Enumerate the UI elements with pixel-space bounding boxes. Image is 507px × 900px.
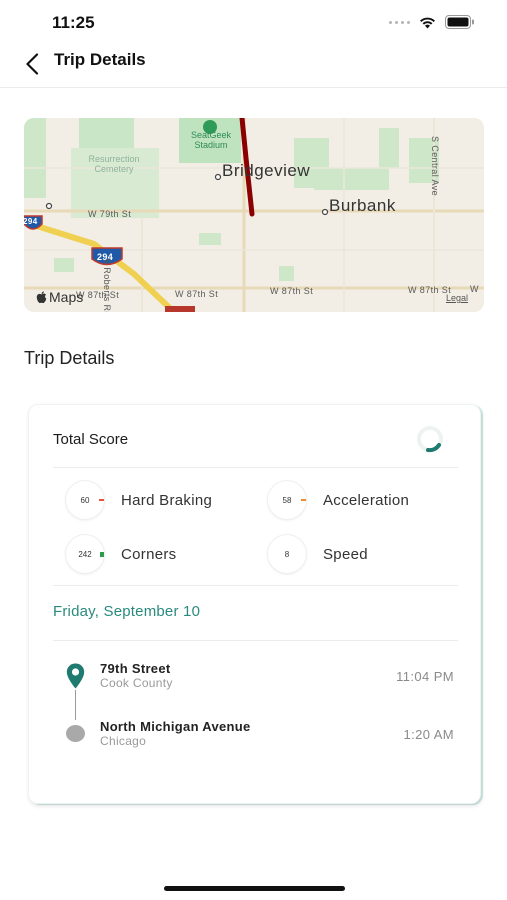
chevron-left-icon: [26, 53, 39, 75]
metric-acceleration[interactable]: 58 Acceleration: [268, 481, 409, 519]
metric-indicator: [301, 499, 306, 501]
street-label: W 87th St: [408, 285, 452, 295]
total-score-ring: [417, 426, 443, 453]
city-dot: [321, 208, 329, 216]
city-label-bridgeview: Bridgeview: [222, 161, 311, 180]
interstate-shield-icon: [165, 306, 195, 312]
park-area: [24, 118, 46, 198]
origin-time: 11:04 PM: [396, 669, 454, 684]
metric-indicator: [99, 499, 104, 501]
metric-score-circle: 60: [66, 481, 104, 519]
destination-name: North Michigan Avenue: [100, 719, 251, 734]
divider: [53, 640, 458, 641]
street-label: W 87th St: [175, 289, 219, 299]
metric-hard-braking[interactable]: 60 Hard Braking: [66, 481, 212, 519]
metric-score-circle: 8: [268, 535, 306, 573]
home-indicator[interactable]: [164, 886, 345, 891]
street-label: W 79th St: [88, 209, 132, 219]
cellular-signal-icon: [389, 20, 410, 24]
total-score-label: Total Score: [53, 431, 129, 448]
divider: [53, 467, 458, 468]
street-label: S Central Ave: [430, 136, 440, 197]
metric-value: 60: [80, 495, 90, 505]
city-dot: [45, 202, 53, 210]
metric-value: 242: [78, 549, 92, 559]
metric-label: Hard Braking: [121, 491, 213, 509]
street-label: W: [470, 284, 479, 294]
page-title: Trip Details: [54, 50, 146, 69]
metric-value: 58: [282, 495, 292, 505]
shield-label: 294: [97, 252, 114, 262]
metric-corners[interactable]: 242 Corners: [66, 535, 176, 573]
section-title: Trip Details: [24, 348, 115, 368]
metric-indicator: [100, 552, 104, 557]
location-pin-icon: [66, 663, 85, 689]
maps-brand-label: Maps: [49, 289, 84, 305]
navigation-bar: Trip Details: [0, 44, 507, 88]
park-area: [279, 266, 294, 281]
apple-icon: [36, 290, 47, 303]
metric-score-circle: 58: [268, 481, 306, 519]
metric-value: 8: [284, 549, 290, 559]
park-area: [314, 168, 389, 190]
trip-map[interactable]: SeatGeek Stadium Resurrection Cemetery Bri…: [24, 118, 484, 312]
park-area: [379, 128, 399, 168]
battery-icon: [445, 15, 474, 29]
metric-label: Speed: [323, 545, 368, 563]
status-time: 11:25: [52, 13, 95, 32]
metric-score-circle: 242: [66, 535, 104, 573]
cemetery-label: Resurrection Cemetery: [88, 154, 140, 174]
shield-label: 294: [24, 217, 38, 226]
status-icons: [389, 15, 475, 29]
status-bar: 11:25: [0, 0, 507, 44]
street-label: W 87th St: [270, 286, 314, 296]
destination-dot-icon: [66, 725, 85, 742]
metric-speed[interactable]: 8 Speed: [268, 535, 368, 573]
route-connector: [75, 690, 76, 720]
destination-sub: Chicago: [100, 734, 147, 748]
park-area: [199, 233, 221, 245]
park-area: [54, 258, 74, 272]
trip-date: Friday, September 10: [53, 603, 201, 620]
city-dot: [214, 173, 222, 181]
destination-time: 1:20 AM: [403, 727, 454, 742]
divider: [53, 585, 458, 586]
street-label: S Roberts Rd: [102, 258, 112, 312]
metric-label: Corners: [121, 545, 177, 563]
origin-sub: Cook County: [100, 676, 173, 690]
city-label-burbank: Burbank: [329, 196, 396, 215]
metric-label: Acceleration: [323, 491, 410, 509]
stadium-label: SeatGeek Stadium: [190, 130, 232, 150]
origin-name: 79th Street: [100, 661, 171, 676]
apple-maps-logo: Maps: [36, 289, 83, 305]
legal-link[interactable]: Legal: [446, 293, 468, 303]
trip-card: Total Score 60 Hard Braking 58 Accelerat…: [28, 404, 481, 804]
back-button[interactable]: [18, 48, 46, 80]
wifi-icon: [420, 17, 435, 28]
